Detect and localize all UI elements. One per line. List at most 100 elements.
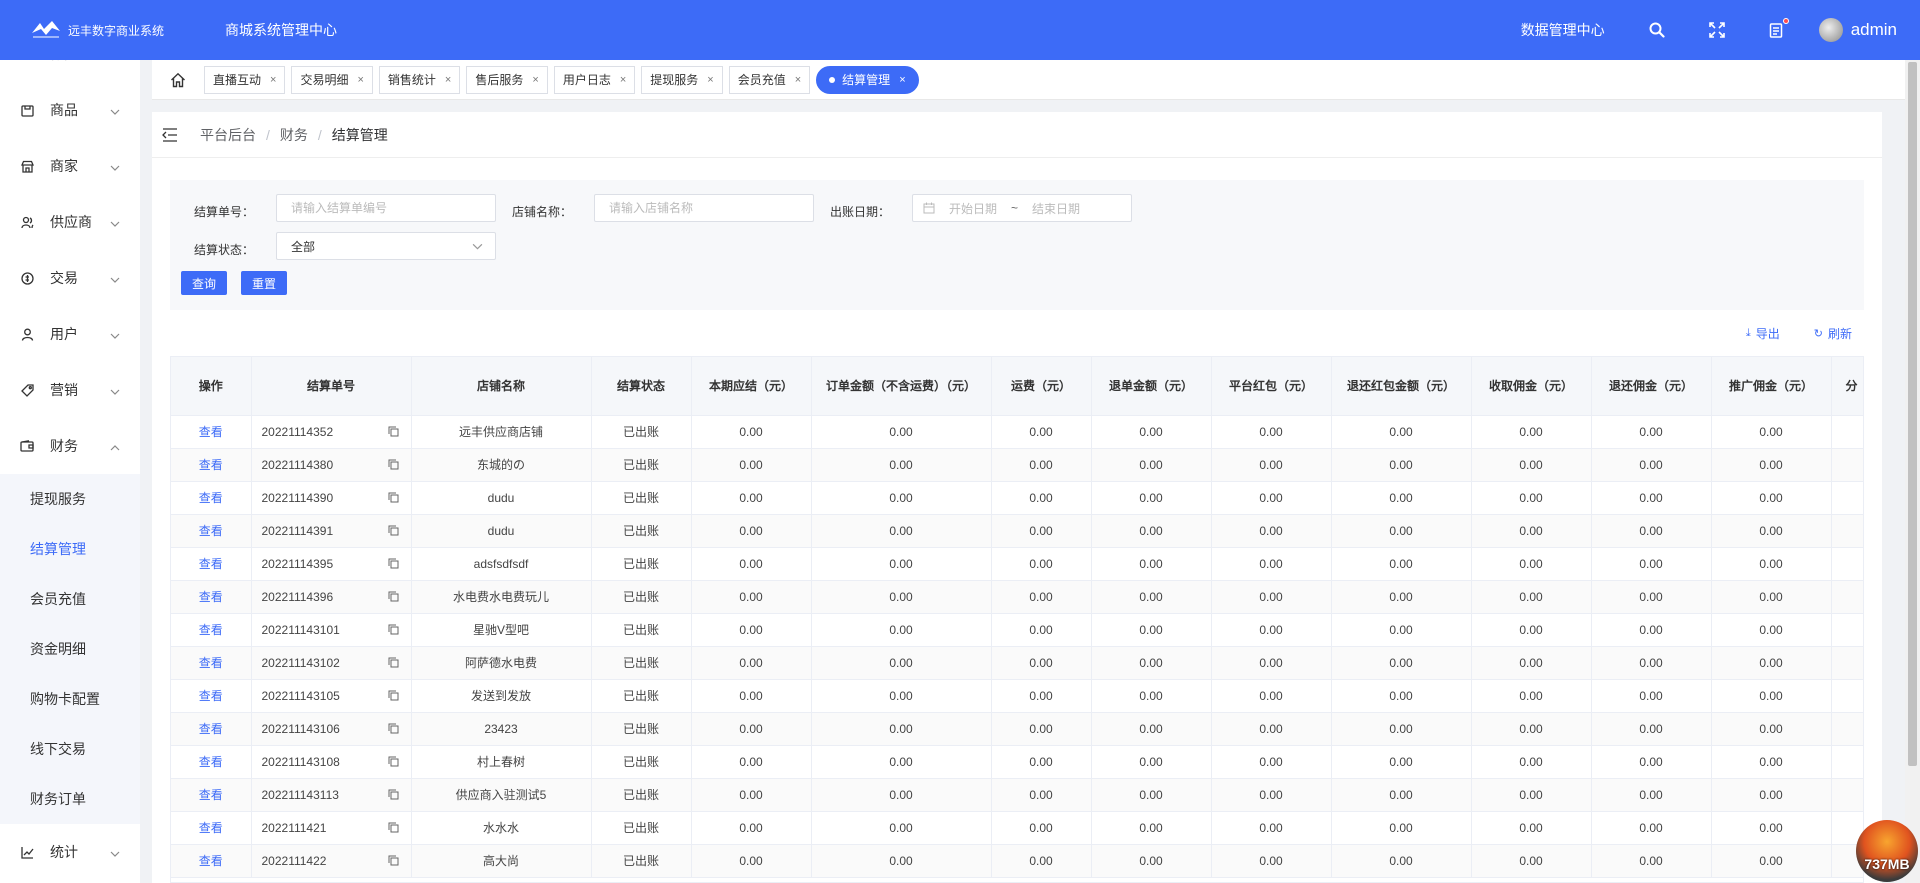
search-icon[interactable] — [1646, 19, 1668, 41]
export-button[interactable]: ⤓ 导出 — [1746, 325, 1780, 342]
view-link[interactable]: 查看 — [171, 448, 252, 482]
settlement-no-cell: 202211143108 — [251, 745, 412, 779]
copy-icon[interactable] — [388, 723, 399, 737]
store-name-input[interactable] — [594, 194, 814, 222]
table-cell: 0.00 — [811, 415, 992, 449]
tab-trade-detail[interactable]: 交易明细 × — [291, 65, 373, 94]
table-cell: 0.00 — [691, 613, 812, 647]
sidebar-item-stats[interactable]: 统计 — [0, 824, 140, 880]
date-separator: ~ — [1011, 201, 1019, 215]
table-cell: 0.00 — [1211, 844, 1332, 878]
sidebar-item-user[interactable]: 用户 — [0, 306, 140, 362]
copy-icon[interactable] — [388, 591, 399, 605]
page-scrollbar[interactable] — [1905, 60, 1920, 883]
close-icon[interactable]: × — [795, 74, 801, 86]
query-button[interactable]: 查询 — [181, 271, 227, 295]
sidebar-subitem-card-config[interactable]: 购物卡配置 — [0, 674, 140, 724]
sidebar-item-store[interactable]: 商家 — [0, 138, 140, 194]
copy-icon[interactable] — [388, 756, 399, 770]
settlement-no-cell: 20221114390 — [251, 481, 412, 515]
date-end[interactable]: 结束日期 — [1032, 200, 1080, 217]
tab-after-sales[interactable]: 售后服务 × — [466, 65, 548, 94]
table-cell: 0.00 — [1711, 481, 1832, 515]
copy-icon[interactable] — [388, 492, 399, 506]
tab-sales-stats[interactable]: 销售统计 × — [378, 65, 461, 94]
chevron-down-icon — [472, 241, 483, 252]
copy-icon[interactable] — [388, 789, 399, 803]
view-link[interactable]: 查看 — [171, 679, 252, 713]
view-link[interactable]: 查看 — [171, 481, 252, 515]
sidebar-item-supplier[interactable]: 供应商 — [0, 194, 140, 250]
sidebar-item-finance[interactable]: 财务 — [0, 418, 140, 474]
fullscreen-icon[interactable] — [1706, 19, 1728, 41]
view-link[interactable]: 查看 — [171, 415, 252, 449]
sidebar-item-product[interactable]: 商品 — [0, 82, 140, 138]
close-icon[interactable]: × — [270, 74, 276, 86]
sidebar-item-label: 概览 — [50, 60, 78, 64]
table-cell: 0.00 — [811, 646, 992, 680]
status-select[interactable]: 全部 — [276, 232, 496, 260]
sidebar-subitem-funds[interactable]: 资金明细 — [0, 624, 140, 674]
view-link[interactable]: 查看 — [171, 514, 252, 548]
tab-settlement[interactable]: 结算管理 × — [816, 65, 919, 94]
copy-icon[interactable] — [388, 657, 399, 671]
copy-icon[interactable] — [388, 558, 399, 572]
sidebar-subitem-orders[interactable]: 财务订单 — [0, 774, 140, 824]
settle-no-input[interactable] — [276, 194, 496, 222]
tab-user-log[interactable]: 用户日志 × — [553, 65, 636, 94]
view-link[interactable]: 查看 — [171, 811, 252, 845]
view-link[interactable]: 查看 — [171, 745, 252, 779]
chevron-down-icon — [110, 104, 120, 120]
tab-live[interactable]: 直播互动 × — [204, 65, 286, 94]
close-icon[interactable]: × — [532, 74, 538, 86]
date-start[interactable]: 开始日期 — [949, 200, 997, 217]
menu-collapse-icon[interactable] — [162, 126, 180, 144]
user-name[interactable]: admin — [1851, 20, 1897, 40]
view-link[interactable]: 查看 — [171, 547, 252, 581]
tab-recharge[interactable]: 会员充值 × — [728, 65, 811, 94]
copy-icon[interactable] — [388, 426, 399, 440]
view-link[interactable]: 查看 — [171, 613, 252, 647]
avatar[interactable] — [1818, 18, 1843, 42]
col-header: 订单金额（不含运费）（元） — [811, 357, 992, 416]
sidebar-item-overview[interactable]: 概览 — [0, 60, 140, 82]
table-cell: 0.00 — [1091, 415, 1212, 449]
close-icon[interactable]: × — [357, 74, 363, 86]
view-link[interactable]: 查看 — [171, 646, 252, 680]
date-range-picker[interactable]: 开始日期 ~ 结束日期 — [912, 194, 1132, 222]
sidebar-subitem-withdraw[interactable]: 提现服务 — [0, 474, 140, 524]
sidebar-item-label: 商品 — [50, 102, 78, 118]
sidebar-subitem-settlement[interactable]: 结算管理 — [0, 524, 140, 574]
close-icon[interactable]: × — [620, 74, 626, 86]
breadcrumb-item[interactable]: 平台后台 — [200, 125, 256, 145]
scrollbar-thumb[interactable] — [1908, 62, 1917, 766]
view-link[interactable]: 查看 — [171, 844, 252, 878]
reset-button[interactable]: 重置 — [241, 271, 287, 295]
copy-icon[interactable] — [388, 690, 399, 704]
tab-withdraw[interactable]: 提现服务 × — [641, 65, 723, 94]
view-link[interactable]: 查看 — [171, 712, 252, 746]
col-header: 结算状态 — [591, 357, 692, 416]
copy-icon[interactable] — [388, 459, 399, 473]
sidebar-item-trade[interactable]: 交易 — [0, 250, 140, 306]
brand-logo[interactable]: 远丰数字商业系统 — [30, 19, 195, 41]
view-link[interactable]: 查看 — [171, 778, 252, 812]
close-icon[interactable]: × — [707, 74, 713, 86]
data-center-link[interactable]: 数据管理中心 — [1521, 20, 1605, 40]
memory-badge[interactable]: 737MB — [1856, 820, 1918, 882]
view-link[interactable]: 查看 — [171, 580, 252, 614]
close-icon[interactable]: × — [445, 74, 451, 86]
copy-icon[interactable] — [388, 624, 399, 638]
message-icon[interactable] — [1766, 18, 1789, 41]
breadcrumb-item[interactable]: 财务 — [280, 125, 308, 145]
table-cell: 0.00 — [1211, 778, 1332, 812]
copy-icon[interactable] — [388, 822, 399, 836]
sidebar-subitem-offline[interactable]: 线下交易 — [0, 724, 140, 774]
refresh-button[interactable]: ↻ 刷新 — [1814, 325, 1852, 342]
sidebar-item-marketing[interactable]: 营销 — [0, 362, 140, 418]
home-icon[interactable] — [166, 68, 190, 92]
copy-icon[interactable] — [388, 855, 399, 869]
sidebar-subitem-recharge[interactable]: 会员充值 — [0, 574, 140, 624]
close-icon[interactable]: × — [899, 74, 905, 86]
copy-icon[interactable] — [388, 525, 399, 539]
